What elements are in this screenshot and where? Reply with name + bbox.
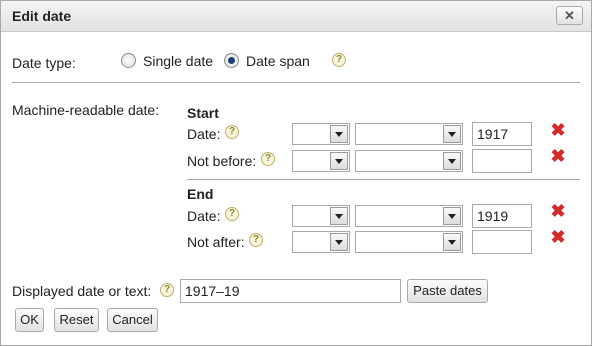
chevron-down-icon bbox=[443, 207, 461, 225]
start-date-help-icon[interactable]: ? bbox=[225, 125, 239, 139]
displayed-date-help-icon[interactable]: ? bbox=[160, 283, 174, 297]
not-before-label: Not before: bbox=[187, 153, 257, 169]
chevron-down-icon bbox=[443, 233, 461, 251]
not-before-help-icon[interactable]: ? bbox=[261, 152, 275, 166]
date-span-radio[interactable] bbox=[224, 53, 239, 68]
close-icon: ✕ bbox=[564, 8, 575, 23]
delete-icon[interactable]: ✖ bbox=[550, 202, 566, 220]
chevron-down-icon bbox=[443, 125, 461, 143]
not-after-year-input[interactable] bbox=[472, 230, 532, 254]
not-after-label: Not after: bbox=[187, 234, 245, 250]
end-date-month-select[interactable] bbox=[355, 205, 463, 227]
start-heading: Start bbox=[187, 105, 219, 121]
delete-icon[interactable]: ✖ bbox=[550, 228, 566, 246]
date-type-help-icon[interactable]: ? bbox=[332, 53, 346, 67]
end-heading: End bbox=[187, 186, 214, 202]
start-date-month-select[interactable] bbox=[355, 123, 463, 145]
chevron-down-icon bbox=[443, 152, 461, 170]
date-span-label[interactable]: Date span bbox=[246, 53, 310, 69]
delete-icon[interactable]: ✖ bbox=[550, 147, 566, 165]
displayed-date-label: Displayed date or text: bbox=[12, 283, 152, 299]
dialog-title: Edit date bbox=[12, 8, 72, 24]
single-date-radio[interactable] bbox=[121, 53, 136, 68]
chevron-down-icon bbox=[330, 152, 348, 170]
single-date-label[interactable]: Single date bbox=[143, 53, 213, 69]
displayed-date-input[interactable]: 1917–19 bbox=[180, 279, 401, 303]
not-after-help-icon[interactable]: ? bbox=[249, 233, 263, 247]
cancel-button[interactable]: Cancel bbox=[107, 308, 158, 332]
end-date-day-select[interactable] bbox=[292, 205, 350, 227]
title-bar: Edit date ✕ bbox=[1, 1, 591, 32]
divider bbox=[187, 179, 580, 180]
not-before-month-select[interactable] bbox=[355, 150, 463, 172]
not-before-year-input[interactable] bbox=[472, 149, 532, 173]
divider bbox=[12, 82, 580, 83]
not-before-day-select[interactable] bbox=[292, 150, 350, 172]
chevron-down-icon bbox=[330, 125, 348, 143]
end-date-help-icon[interactable]: ? bbox=[225, 207, 239, 221]
paste-dates-button[interactable]: Paste dates bbox=[407, 279, 488, 303]
ok-button[interactable]: OK bbox=[15, 308, 44, 332]
date-type-label: Date type: bbox=[12, 55, 76, 71]
end-date-label: Date: bbox=[187, 208, 221, 224]
start-date-year-input[interactable]: 1917 bbox=[472, 122, 532, 146]
chevron-down-icon bbox=[330, 233, 348, 251]
end-date-year-input[interactable]: 1919 bbox=[472, 204, 532, 228]
close-button[interactable]: ✕ bbox=[556, 6, 583, 25]
machine-readable-label: Machine-readable date: bbox=[12, 102, 160, 118]
start-date-label: Date: bbox=[187, 126, 221, 142]
edit-date-dialog: Edit date ✕ Date type: Single date Date … bbox=[0, 0, 592, 346]
reset-button[interactable]: Reset bbox=[54, 308, 99, 332]
start-date-day-select[interactable] bbox=[292, 123, 350, 145]
chevron-down-icon bbox=[330, 207, 348, 225]
not-after-day-select[interactable] bbox=[292, 231, 350, 253]
delete-icon[interactable]: ✖ bbox=[550, 121, 566, 139]
not-after-month-select[interactable] bbox=[355, 231, 463, 253]
